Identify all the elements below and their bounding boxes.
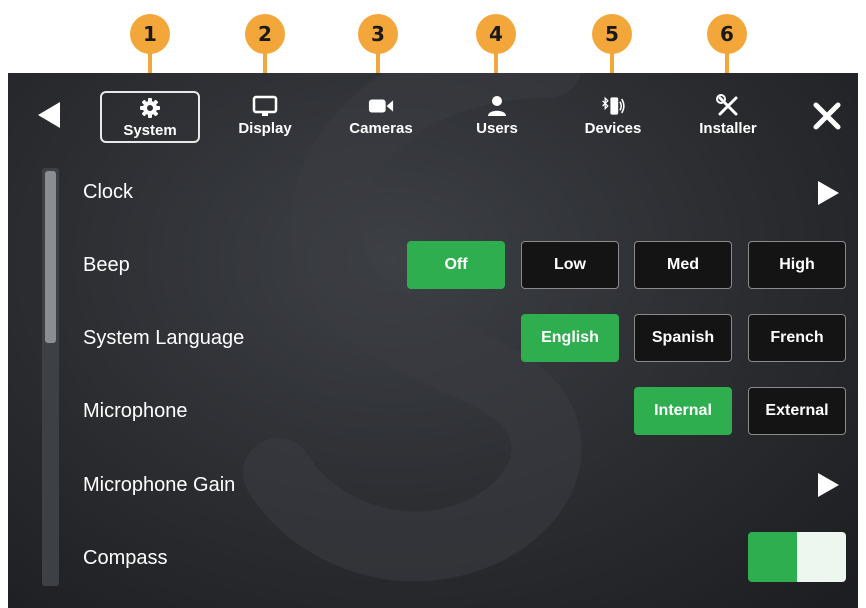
beep-label: Beep — [83, 254, 130, 276]
toggle-on-track — [748, 532, 797, 582]
back-arrow-icon[interactable] — [34, 100, 64, 130]
tab-label: Installer — [699, 120, 757, 137]
system-language-label: System Language — [83, 327, 245, 349]
toggle-knob — [797, 532, 846, 582]
clock-label: Clock — [83, 181, 134, 203]
scrollbar-thumb[interactable] — [45, 171, 56, 343]
beep-high-button[interactable]: High — [748, 241, 846, 289]
callout-number: 1 — [130, 14, 170, 54]
tools-icon — [715, 94, 741, 117]
compass-label: Compass — [83, 547, 168, 569]
tab-users[interactable]: Users — [447, 91, 547, 143]
language-french-button[interactable]: French — [748, 314, 846, 362]
tab-display[interactable]: Display — [215, 91, 315, 143]
gear-icon — [137, 97, 163, 119]
tab-label: Users — [476, 120, 518, 137]
clock-arrow-icon[interactable] — [816, 180, 840, 206]
microphone-gain-arrow-icon[interactable] — [816, 472, 840, 498]
user-icon — [484, 95, 510, 117]
tab-label: System — [123, 122, 177, 139]
callout-number: 6 — [707, 14, 747, 54]
tab-label: Display — [238, 120, 292, 137]
microphone-internal-button[interactable]: Internal — [634, 387, 732, 435]
beep-off-button[interactable]: Off — [407, 241, 505, 289]
tab-devices[interactable]: Devices — [563, 91, 663, 143]
tab-label: Cameras — [349, 120, 413, 137]
tab-system[interactable]: System — [100, 91, 200, 143]
monitor-icon — [252, 95, 278, 117]
tab-installer[interactable]: Installer — [678, 91, 778, 143]
beep-med-button[interactable]: Med — [634, 241, 732, 289]
video-camera-icon — [368, 95, 394, 117]
tab-label: Devices — [584, 120, 642, 137]
close-icon[interactable] — [812, 101, 842, 131]
callout-number: 3 — [358, 14, 398, 54]
callout-number: 5 — [592, 14, 632, 54]
bluetooth-phone-icon — [600, 95, 626, 117]
microphone-external-button[interactable]: External — [748, 387, 846, 435]
callout-number: 4 — [476, 14, 516, 54]
screenshot-stage: 1 2 3 4 5 6 System Display Cameras Users… — [0, 0, 866, 608]
microphone-label: Microphone — [83, 400, 188, 422]
tab-cameras[interactable]: Cameras — [331, 91, 431, 143]
language-english-button[interactable]: English — [521, 314, 619, 362]
settings-panel: System Display Cameras Users Devices Ins… — [8, 73, 858, 608]
beep-low-button[interactable]: Low — [521, 241, 619, 289]
language-spanish-button[interactable]: Spanish — [634, 314, 732, 362]
compass-toggle[interactable] — [748, 532, 846, 582]
microphone-gain-label: Microphone Gain — [83, 474, 236, 496]
callout-number: 2 — [245, 14, 285, 54]
